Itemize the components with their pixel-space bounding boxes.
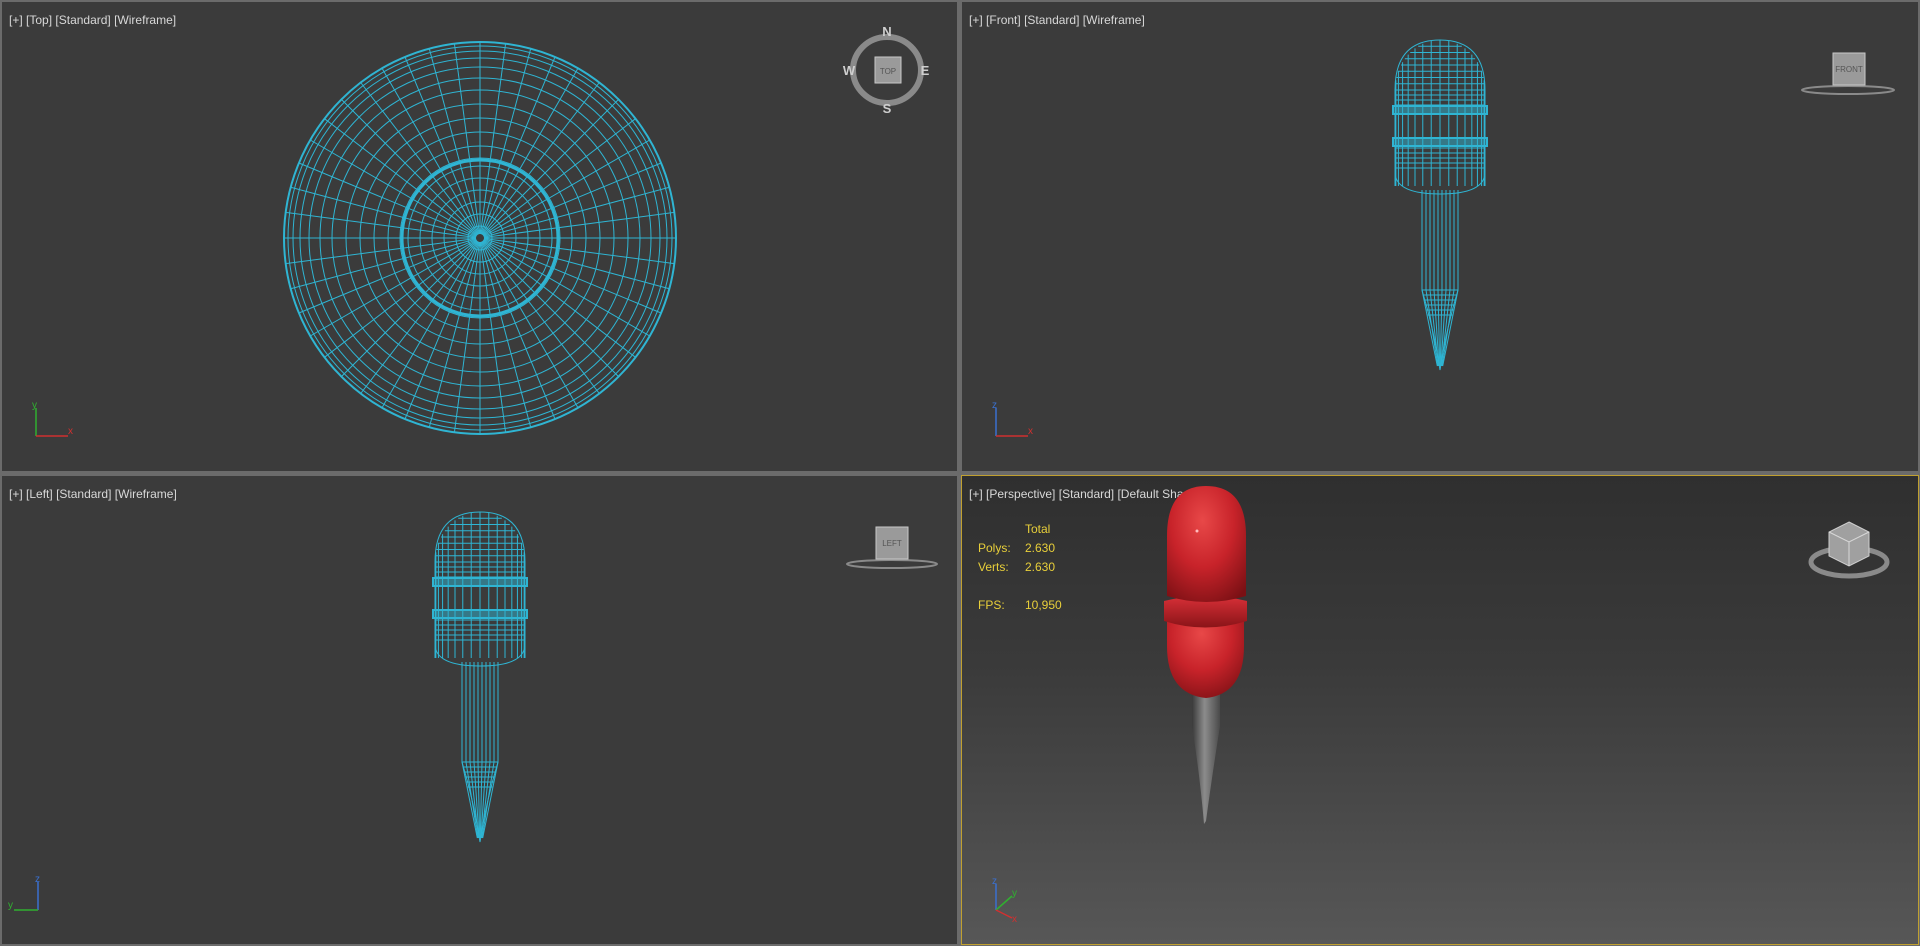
svg-text:E: E — [921, 63, 930, 78]
axis-tripod-icon: y x — [24, 400, 74, 445]
viewport-perspective[interactable]: [+] [Perspective] [Standard] [Default Sh… — [962, 476, 1918, 944]
axis-tripod-icon: z y — [8, 874, 58, 919]
svg-text:TOP: TOP — [880, 67, 896, 76]
view-cube-icon[interactable]: LEFT — [842, 524, 942, 579]
top-wireframe-model[interactable] — [2, 2, 957, 471]
axis-tripod-icon: z x — [984, 400, 1034, 445]
shaded-pushpin-model[interactable] — [962, 476, 1918, 944]
view-cube-icon[interactable] — [1806, 516, 1896, 591]
svg-text:z: z — [992, 876, 997, 887]
svg-text:x: x — [1012, 914, 1017, 924]
svg-text:S: S — [883, 101, 892, 116]
view-cube-icon[interactable]: TOP N S E W — [843, 24, 930, 116]
viewport-front[interactable]: [+] [Front] [Standard] [Wireframe] FRONT… — [962, 2, 1918, 471]
viewport-left[interactable]: [+] [Left] [Standard] [Wireframe] LEFT z… — [2, 476, 957, 944]
view-cube-icon[interactable]: FRONT — [1798, 50, 1898, 105]
svg-text:FRONT: FRONT — [1835, 65, 1863, 74]
svg-text:N: N — [882, 24, 891, 39]
svg-text:y: y — [8, 900, 13, 911]
svg-text:LEFT: LEFT — [882, 539, 902, 548]
left-wireframe-model[interactable] — [2, 476, 957, 944]
svg-text:W: W — [843, 63, 856, 78]
svg-text:z: z — [992, 400, 997, 411]
svg-text:z: z — [35, 874, 40, 885]
viewport-layout: [+] [Top] [Standard] [Wireframe] TOP N S… — [0, 0, 1920, 946]
svg-text:y: y — [32, 400, 37, 411]
svg-text:y: y — [1012, 888, 1017, 899]
viewport-top[interactable]: [+] [Top] [Standard] [Wireframe] TOP N S… — [2, 2, 957, 471]
axis-tripod-icon: z y x — [982, 874, 1032, 929]
front-wireframe-model[interactable] — [962, 2, 1918, 471]
svg-text:x: x — [1028, 426, 1033, 437]
svg-text:x: x — [68, 426, 73, 437]
